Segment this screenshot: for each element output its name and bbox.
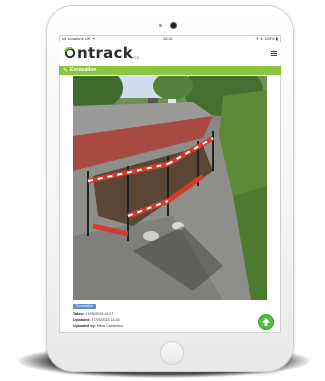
excavation-photo[interactable]: [73, 76, 267, 300]
arrow-up-icon: [262, 318, 270, 326]
battery-indicator: ✈ ∗ 100% ▮: [255, 36, 278, 41]
app-header: ntrack LITE: [59, 42, 281, 65]
uploaded-row: Uploaded: 17/05/2018 14:28: [73, 318, 120, 322]
category-tag[interactable]: Excavation: [73, 304, 97, 309]
status-bar: •ıll vodafone UK ᯤ 08:31 ✈ ∗ 100% ▮: [59, 35, 281, 42]
check-icon: ✎: [63, 68, 69, 74]
app-logo-subtitle: LITE: [131, 56, 140, 60]
record-title: Excavation: [70, 67, 97, 73]
app-logo-text: ntrack: [77, 44, 134, 62]
uploaded-value: 17/05/2018 14:28: [91, 318, 120, 322]
front-camera: [171, 23, 176, 28]
uploaded-by-value: Milos Cancevich: [96, 324, 123, 328]
record-title-bar: ✎ Excavation: [59, 66, 281, 75]
app-screen: •ıll vodafone UK ᯤ 08:31 ✈ ∗ 100% ▮ ntra…: [59, 35, 281, 333]
taken-row: Taken: 17/05/2018 14:27: [73, 312, 113, 316]
taken-label: Taken:: [73, 312, 85, 316]
uploaded-label: Uploaded:: [73, 318, 91, 322]
photo-scene: [73, 76, 267, 300]
uploaded-by-row: Uploaded by: Milos Cancevich: [73, 324, 123, 328]
home-button[interactable]: [160, 341, 184, 365]
uploaded-by-label: Uploaded by:: [73, 324, 96, 328]
camera-sensor: [159, 24, 162, 27]
clock: 08:31: [163, 36, 174, 41]
stage: •ıll vodafone UK ᯤ 08:31 ✈ ∗ 100% ▮ ntra…: [0, 0, 325, 381]
taken-value: 17/05/2018 14:27: [85, 312, 114, 316]
scroll-up-button[interactable]: [259, 315, 273, 329]
hamburger-menu-icon[interactable]: [271, 51, 277, 56]
ontrack-logo-icon: [64, 47, 76, 59]
carrier-label: •ıll vodafone UK ᯤ: [62, 36, 96, 41]
